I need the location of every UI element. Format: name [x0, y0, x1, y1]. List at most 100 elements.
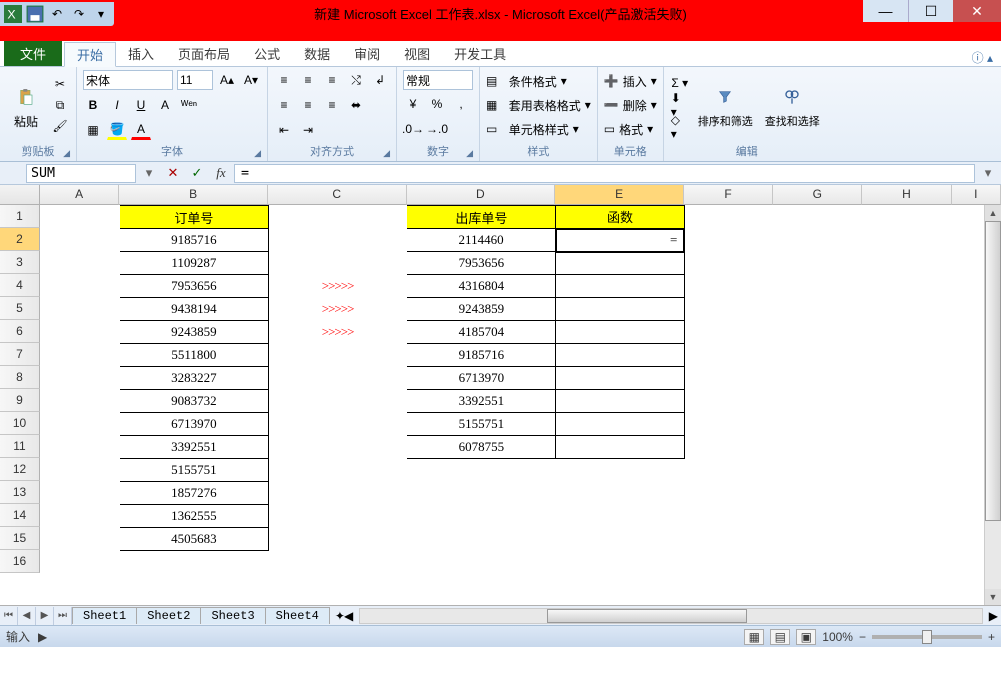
underline-icon[interactable]: U [131, 95, 151, 115]
view-break-icon[interactable]: ▣ [796, 629, 816, 645]
qat-customize-icon[interactable]: ▾ [92, 5, 110, 23]
cell-A3[interactable] [41, 252, 120, 275]
cell-C15[interactable] [268, 528, 407, 551]
row-header-2[interactable]: 2 [0, 228, 40, 251]
cell-E10[interactable] [556, 413, 685, 436]
align-right-icon[interactable]: ≡ [322, 95, 342, 115]
cell-H11[interactable] [862, 436, 951, 459]
cell-G3[interactable] [773, 252, 862, 275]
percent-icon[interactable]: % [427, 94, 447, 114]
phonetic-icon[interactable]: ᵂᵉⁿ [179, 95, 199, 115]
sheet-last-icon[interactable]: ⏭ [54, 607, 72, 625]
row-header-16[interactable]: 16 [0, 550, 40, 573]
tab-home[interactable]: 开始 [64, 42, 116, 67]
cell-F4[interactable] [684, 275, 773, 298]
fill-icon[interactable]: ⬇ ▾ [670, 95, 690, 115]
tab-layout[interactable]: 页面布局 [166, 41, 242, 66]
sheet-tab-sheet4[interactable]: Sheet4 [265, 607, 330, 624]
align-left-icon[interactable]: ≡ [274, 95, 294, 115]
row-header-12[interactable]: 12 [0, 458, 40, 481]
cell-B15[interactable]: 4505683 [120, 528, 269, 551]
cell-H4[interactable] [862, 275, 951, 298]
cell-H7[interactable] [862, 344, 951, 367]
cell-F7[interactable] [684, 344, 773, 367]
cell-B7[interactable]: 5511800 [120, 344, 269, 367]
cell-D16[interactable] [407, 551, 556, 574]
cell-A12[interactable] [41, 459, 120, 482]
cell-F16[interactable] [684, 551, 773, 574]
cell-G11[interactable] [773, 436, 862, 459]
scroll-right-icon[interactable]: ▶ [989, 609, 998, 623]
maximize-button[interactable]: ☐ [908, 0, 953, 22]
macro-record-icon[interactable]: ▶ [38, 630, 47, 644]
font-family-select[interactable] [83, 70, 173, 90]
cell-H14[interactable] [862, 505, 951, 528]
formula-input[interactable] [234, 164, 975, 183]
cut-icon[interactable]: ✂ [50, 74, 70, 94]
select-all-button[interactable] [0, 185, 40, 205]
cell-G2[interactable] [773, 229, 862, 252]
cell-A15[interactable] [41, 528, 120, 551]
tab-insert[interactable]: 插入 [116, 41, 166, 66]
align-bottom-icon[interactable]: ≡ [322, 70, 342, 90]
cell-E4[interactable] [556, 275, 685, 298]
row-header-3[interactable]: 3 [0, 251, 40, 274]
cell-B13[interactable]: 1857276 [120, 482, 269, 505]
currency-icon[interactable]: ¥ [403, 94, 423, 114]
row-header-1[interactable]: 1 [0, 205, 40, 228]
cells-area[interactable]: 订单号出库单号函数91857162114460=1109287795365679… [40, 205, 1001, 574]
align-middle-icon[interactable]: ≡ [298, 70, 318, 90]
cell-H8[interactable] [862, 367, 951, 390]
file-tab[interactable]: 文件 [4, 41, 62, 66]
cell-G15[interactable] [773, 528, 862, 551]
cell-C5[interactable]: >>>>> [268, 298, 407, 321]
col-header-A[interactable]: A [40, 185, 119, 205]
merge-icon[interactable]: ⬌ [346, 95, 366, 115]
view-normal-icon[interactable]: ▦ [744, 629, 764, 645]
cell-C14[interactable] [268, 505, 407, 528]
cell-H15[interactable] [862, 528, 951, 551]
cell-G16[interactable] [773, 551, 862, 574]
cell-G5[interactable] [773, 298, 862, 321]
sheet-first-icon[interactable]: ⏮ [0, 607, 18, 625]
cell-D3[interactable]: 7953656 [407, 252, 556, 275]
format-painter-icon[interactable]: 🖌 [50, 116, 70, 136]
cell-C6[interactable]: >>>>> [268, 321, 407, 344]
cell-E14[interactable] [556, 505, 685, 528]
cell-A5[interactable] [41, 298, 120, 321]
wrap-text-icon[interactable]: ↲ [370, 70, 390, 90]
indent-inc-icon[interactable]: ⇥ [298, 120, 318, 140]
orientation-icon[interactable]: ⤭ [346, 70, 366, 90]
row-header-14[interactable]: 14 [0, 504, 40, 527]
cell-D7[interactable]: 9185716 [407, 344, 556, 367]
tab-dev[interactable]: 开发工具 [442, 41, 518, 66]
cell-F8[interactable] [684, 367, 773, 390]
delete-button[interactable]: ➖ 删除 ▾ [604, 94, 657, 116]
col-header-G[interactable]: G [773, 185, 862, 205]
col-header-D[interactable]: D [407, 185, 556, 205]
enter-formula-icon[interactable]: ✓ [186, 165, 208, 181]
cell-H5[interactable] [862, 298, 951, 321]
shrink-font-icon[interactable]: A▾ [241, 70, 261, 90]
cell-B9[interactable]: 9083732 [120, 390, 269, 413]
cell-B4[interactable]: 7953656 [120, 275, 269, 298]
cell-E5[interactable] [556, 298, 685, 321]
cell-A8[interactable] [41, 367, 120, 390]
cell-C2[interactable] [268, 229, 407, 252]
italic-icon[interactable]: I [107, 95, 127, 115]
cell-C3[interactable] [268, 252, 407, 275]
col-header-C[interactable]: C [268, 185, 407, 205]
row-header-6[interactable]: 6 [0, 320, 40, 343]
cell-G6[interactable] [773, 321, 862, 344]
name-box-dropdown-icon[interactable]: ▾ [138, 165, 160, 181]
sheet-tab-sheet3[interactable]: Sheet3 [200, 607, 265, 624]
cell-E9[interactable] [556, 390, 685, 413]
row-header-13[interactable]: 13 [0, 481, 40, 504]
cell-E8[interactable] [556, 367, 685, 390]
scroll-thumb[interactable] [985, 221, 1001, 521]
cell-E7[interactable] [556, 344, 685, 367]
cell-B5[interactable]: 9438194 [120, 298, 269, 321]
align-top-icon[interactable]: ≡ [274, 70, 294, 90]
cell-H1[interactable] [862, 206, 951, 229]
cell-B8[interactable]: 3283227 [120, 367, 269, 390]
